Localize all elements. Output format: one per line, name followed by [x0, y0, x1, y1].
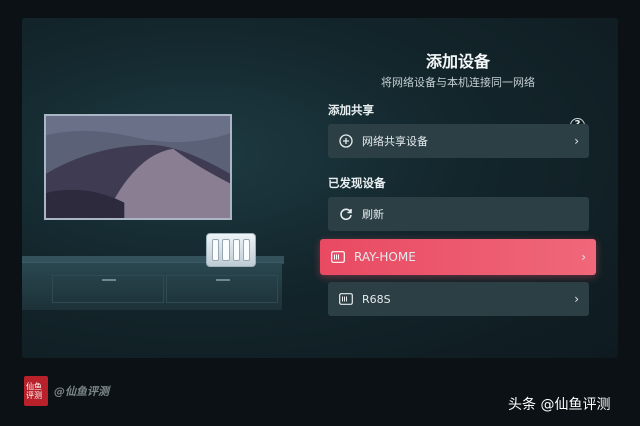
- watermark-right: 头条 @仙鱼评测: [508, 397, 611, 413]
- seal-logo: 仙鱼评测: [24, 376, 48, 406]
- illustration-tv: [44, 114, 232, 220]
- nas-device-icon: [338, 291, 354, 307]
- cabinet-handle: [102, 279, 116, 281]
- device-label: RAY-HOME: [354, 250, 416, 264]
- device-item-ray-home[interactable]: RAY-HOME ›: [320, 239, 596, 275]
- nas-device-icon: [330, 249, 346, 265]
- tv-screen-frame: 添加设备 将网络设备与本机连接同一网络 添加共享 ? 网络共享设备 › 已发现设…: [22, 18, 618, 358]
- watermark-left: 仙鱼评测 @仙鱼评测: [24, 376, 109, 406]
- cabinet-handle: [216, 279, 230, 281]
- refresh-button[interactable]: 刷新: [328, 197, 589, 231]
- page-title: 添加设备: [425, 52, 490, 71]
- nas-bay: [222, 239, 230, 261]
- desert-wallpaper: [46, 116, 230, 218]
- plus-circle-icon: [338, 133, 354, 149]
- nas-bay: [212, 239, 220, 261]
- page-subtitle: 将网络设备与本机连接同一网络: [381, 76, 535, 89]
- network-share-device-button[interactable]: 网络共享设备 ›: [328, 124, 589, 158]
- chevron-right-icon: ›: [574, 134, 579, 148]
- nas-illustration: [206, 233, 256, 267]
- discovered-section-label: 已发现设备: [328, 176, 386, 190]
- device-item-r68s[interactable]: R68S ›: [328, 282, 589, 316]
- device-label: R68S: [362, 292, 391, 306]
- add-share-section-label: 添加共享: [328, 103, 374, 117]
- network-share-device-label: 网络共享设备: [362, 135, 428, 148]
- refresh-icon: [338, 206, 354, 222]
- nas-bay: [232, 239, 240, 261]
- nas-bay: [242, 239, 250, 261]
- tv-cabinet: [22, 262, 282, 310]
- chevron-right-icon: ›: [581, 250, 586, 264]
- watermark-text: @仙鱼评测: [54, 385, 109, 398]
- refresh-label: 刷新: [362, 208, 384, 221]
- chevron-right-icon: ›: [574, 292, 579, 306]
